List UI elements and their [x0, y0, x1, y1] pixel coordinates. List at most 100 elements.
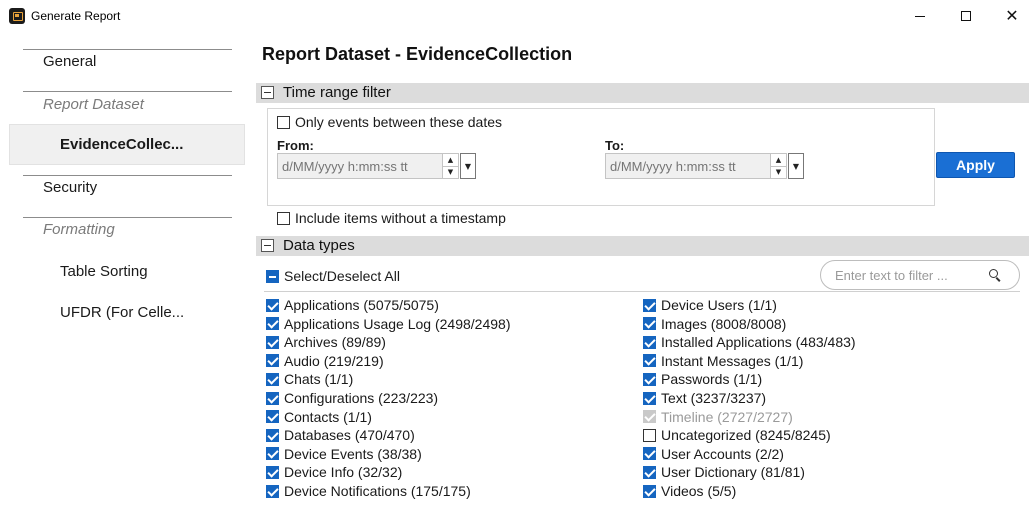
checkbox-box[interactable] — [277, 115, 290, 129]
checkbox-box[interactable] — [643, 354, 656, 368]
select-deselect-all-checkbox[interactable]: Select/Deselect All — [266, 268, 400, 284]
checkbox-box[interactable] — [643, 465, 656, 479]
checkbox-label: Applications (5075/5075) — [284, 297, 439, 313]
nav-divider — [23, 175, 232, 176]
checkbox-label: Contacts (1/1) — [284, 408, 372, 425]
checkbox-label: Audio (219/219) — [284, 352, 384, 369]
to-date-dropdown-chevron-down-icon[interactable]: ▼ — [788, 153, 804, 179]
checkbox-box[interactable] — [277, 211, 290, 225]
close-button[interactable]: ✕ — [989, 0, 1035, 32]
checkbox-box[interactable] — [643, 428, 656, 442]
filter-input[interactable] — [835, 267, 985, 283]
checkbox-box[interactable] — [643, 317, 656, 331]
spin-up-icon[interactable]: ▲ — [443, 154, 458, 167]
checkbox-label: Installed Applications (483/483) — [661, 334, 856, 351]
collapse-icon[interactable] — [261, 86, 274, 99]
checkbox-label: Archives (89/89) — [284, 334, 386, 351]
checkbox-box[interactable] — [266, 317, 279, 331]
nav-item-evidence-collection[interactable]: EvidenceCollec... — [60, 136, 183, 153]
checkbox-label: Timeline (2727/2727) — [661, 408, 793, 425]
checkbox-label: Passwords (1/1) — [661, 371, 763, 388]
nav-item-table-sorting[interactable]: Table Sorting — [60, 263, 148, 280]
checkbox-box[interactable] — [266, 465, 279, 479]
nav-divider — [23, 217, 232, 218]
checkbox-box[interactable] — [266, 269, 279, 283]
from-date-spinner[interactable]: ▲ ▼ — [443, 153, 459, 179]
checkbox-box[interactable] — [643, 372, 656, 386]
include-no-timestamp-checkbox[interactable]: Include items without a timestamp — [277, 210, 506, 226]
time-range-section-header[interactable]: Time range filter — [256, 83, 1029, 103]
checkbox-label: Images (8008/8008) — [661, 315, 787, 332]
search-icon[interactable] — [988, 268, 1002, 282]
data-type-checkbox[interactable]: Videos (5/5) — [643, 483, 736, 499]
from-date-dropdown-chevron-down-icon[interactable]: ▼ — [460, 153, 476, 179]
data-type-checkbox[interactable]: Images (8008/8008) — [643, 316, 786, 332]
checkbox-box[interactable] — [266, 298, 279, 312]
from-date-input[interactable] — [277, 153, 443, 179]
checkbox-box[interactable] — [266, 447, 279, 461]
nav-divider — [23, 91, 232, 92]
spin-down-icon[interactable]: ▼ — [443, 167, 458, 179]
checkbox-label: Select/Deselect All — [284, 268, 400, 284]
data-type-checkbox[interactable]: Passwords (1/1) — [643, 371, 762, 387]
nav-item-general[interactable]: General — [43, 53, 96, 70]
checkbox-box[interactable] — [266, 335, 279, 349]
spin-down-icon[interactable]: ▼ — [771, 167, 786, 179]
spin-up-icon[interactable]: ▲ — [771, 154, 786, 167]
checkbox-box[interactable] — [643, 391, 656, 405]
data-type-checkbox[interactable]: Device Notifications (175/175) — [266, 483, 471, 499]
data-type-checkbox[interactable]: Archives (89/89) — [266, 334, 386, 350]
checkbox-box[interactable] — [266, 428, 279, 442]
nav-category-report-dataset: Report Dataset — [43, 96, 144, 113]
checkbox-label: Instant Messages (1/1) — [661, 352, 804, 369]
checkbox-label: Device Info (32/32) — [284, 464, 403, 481]
data-type-checkbox[interactable]: Applications Usage Log (2498/2498) — [266, 316, 511, 332]
data-type-checkbox[interactable]: Uncategorized (8245/8245) — [643, 427, 831, 443]
data-type-checkbox[interactable]: Device Events (38/38) — [266, 446, 422, 462]
checkbox-box[interactable] — [266, 354, 279, 368]
checkbox-label: Databases (470/470) — [284, 427, 415, 444]
to-date-picker[interactable]: ▲ ▼ ▼ — [605, 153, 804, 179]
checkbox-box[interactable] — [266, 484, 279, 498]
data-type-checkbox[interactable]: Databases (470/470) — [266, 427, 415, 443]
checkbox-box[interactable] — [266, 372, 279, 386]
only-events-checkbox[interactable]: Only events between these dates — [277, 114, 502, 130]
from-label: From: — [277, 138, 314, 153]
minimize-button[interactable] — [897, 0, 943, 32]
minimize-icon — [915, 15, 925, 17]
checkbox-label: User Accounts (2/2) — [661, 445, 784, 462]
checkbox-box[interactable] — [643, 484, 656, 498]
checkbox-box[interactable] — [643, 447, 656, 461]
data-type-checkbox[interactable]: Device Info (32/32) — [266, 464, 402, 480]
data-type-checkbox[interactable]: Text (3237/3237) — [643, 390, 766, 406]
data-type-checkbox[interactable]: Audio (219/219) — [266, 353, 384, 369]
to-date-spinner[interactable]: ▲ ▼ — [771, 153, 787, 179]
apply-button[interactable]: Apply — [936, 152, 1015, 178]
data-type-checkbox[interactable]: Applications (5075/5075) — [266, 297, 439, 313]
data-type-checkbox[interactable]: User Dictionary (81/81) — [643, 464, 805, 480]
nav-item-security[interactable]: Security — [43, 179, 97, 196]
data-type-checkbox[interactable]: Device Users (1/1) — [643, 297, 777, 313]
filter-search-box[interactable] — [820, 260, 1020, 290]
checkbox-label: Device Notifications (175/175) — [284, 483, 471, 499]
to-label: To: — [605, 138, 625, 153]
nav-item-ufdr[interactable]: UFDR (For Celle... — [60, 304, 184, 321]
data-type-checkbox[interactable]: Instant Messages (1/1) — [643, 353, 803, 369]
data-type-checkbox[interactable]: Contacts (1/1) — [266, 409, 372, 425]
data-type-checkbox[interactable]: User Accounts (2/2) — [643, 446, 784, 462]
checkbox-box[interactable] — [266, 410, 279, 424]
from-date-picker[interactable]: ▲ ▼ ▼ — [277, 153, 476, 179]
to-date-input[interactable] — [605, 153, 771, 179]
checkbox-box[interactable] — [643, 335, 656, 349]
checkbox-box[interactable] — [643, 298, 656, 312]
collapse-icon[interactable] — [261, 239, 274, 252]
data-type-checkbox[interactable]: Configurations (223/223) — [266, 390, 438, 406]
data-type-checkbox[interactable]: Installed Applications (483/483) — [643, 334, 856, 350]
checkbox-label: Uncategorized (8245/8245) — [661, 427, 831, 444]
page-title: Report Dataset - EvidenceCollection — [262, 44, 573, 64]
data-type-checkbox[interactable]: Chats (1/1) — [266, 371, 353, 387]
maximize-button[interactable] — [943, 0, 989, 32]
checkbox-label: Include items without a timestamp — [295, 210, 506, 226]
data-types-section-header[interactable]: Data types — [256, 236, 1029, 256]
checkbox-box[interactable] — [266, 391, 279, 405]
